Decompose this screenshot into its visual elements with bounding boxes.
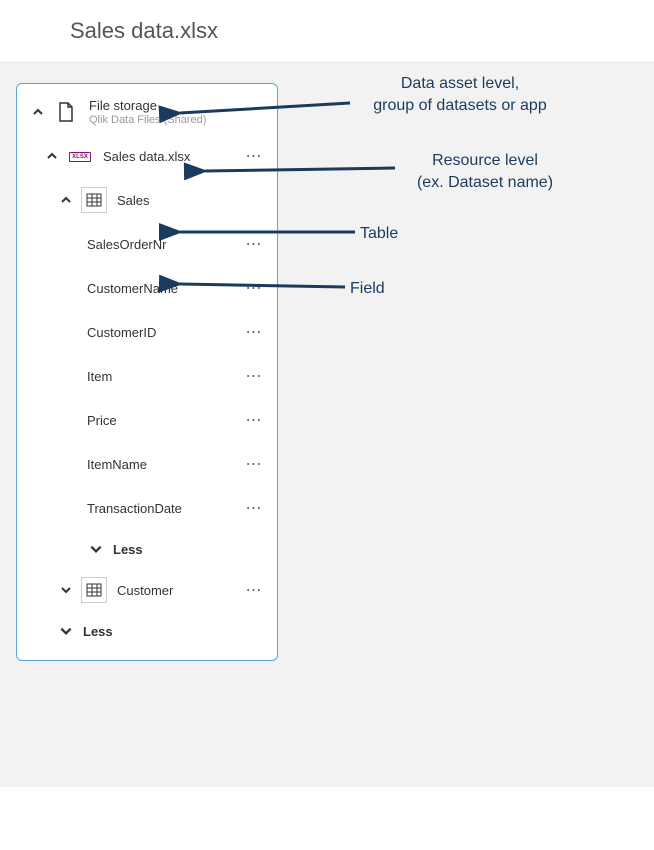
annotation-resource: Resource level(ex. Dataset name) [400, 150, 570, 193]
less-label: Less [113, 542, 143, 557]
more-icon[interactable]: ⋯ [241, 580, 267, 600]
chevron-up-icon[interactable] [43, 147, 61, 165]
field-label: SalesOrderNr [87, 237, 241, 252]
table-icon [81, 187, 107, 213]
annotation-asset: Data asset level,group of datasets or ap… [340, 73, 580, 116]
resource-label: Sales data.xlsx [103, 149, 241, 164]
file-icon [53, 99, 79, 125]
canvas: File storage Qlik Data Files (Shared) XL… [0, 63, 654, 787]
chevron-down-icon[interactable] [57, 622, 75, 640]
more-icon[interactable]: ⋯ [241, 146, 267, 166]
field-label: TransactionDate [87, 501, 241, 516]
more-icon[interactable]: ⋯ [241, 366, 267, 386]
table-customer-row[interactable]: Customer ⋯ [17, 568, 277, 612]
field-label: CustomerName [87, 281, 241, 296]
xlsx-icon: XLSX [67, 143, 93, 169]
more-icon[interactable]: ⋯ [241, 410, 267, 430]
resource-row[interactable]: XLSX Sales data.xlsx ⋯ [17, 134, 277, 178]
field-label: ItemName [87, 457, 241, 472]
field-row[interactable]: Price ⋯ [17, 398, 277, 442]
less-fields-row[interactable]: Less [17, 530, 277, 568]
more-icon[interactable]: ⋯ [241, 234, 267, 254]
table-sales-row[interactable]: Sales [17, 178, 277, 222]
annotation-table: Table [360, 223, 398, 245]
chevron-up-icon[interactable] [57, 191, 75, 209]
chevron-down-icon[interactable] [87, 540, 105, 558]
page-header: Sales data.xlsx [0, 0, 654, 63]
annotation-field: Field [350, 278, 385, 300]
field-row[interactable]: SalesOrderNr ⋯ [17, 222, 277, 266]
table-icon [81, 577, 107, 603]
field-row[interactable]: CustomerID ⋯ [17, 310, 277, 354]
less-label: Less [83, 624, 113, 639]
table-customer-label: Customer [117, 583, 241, 598]
field-row[interactable]: CustomerName ⋯ [17, 266, 277, 310]
field-row[interactable]: TransactionDate ⋯ [17, 486, 277, 530]
page-title: Sales data.xlsx [70, 18, 218, 43]
tree-panel: File storage Qlik Data Files (Shared) XL… [16, 83, 278, 661]
more-icon[interactable]: ⋯ [241, 454, 267, 474]
asset-sublabel: Qlik Data Files (Shared) [89, 114, 267, 126]
field-row[interactable]: ItemName ⋯ [17, 442, 277, 486]
field-label: CustomerID [87, 325, 241, 340]
asset-row[interactable]: File storage Qlik Data Files (Shared) [17, 90, 277, 134]
chevron-up-icon[interactable] [29, 103, 47, 121]
table-sales-label: Sales [117, 193, 267, 208]
more-icon[interactable]: ⋯ [241, 322, 267, 342]
field-row[interactable]: Item ⋯ [17, 354, 277, 398]
chevron-down-icon[interactable] [57, 581, 75, 599]
less-tables-row[interactable]: Less [17, 612, 277, 650]
field-label: Item [87, 369, 241, 384]
asset-label: File storage [89, 98, 267, 113]
more-icon[interactable]: ⋯ [241, 278, 267, 298]
field-label: Price [87, 413, 241, 428]
more-icon[interactable]: ⋯ [241, 498, 267, 518]
